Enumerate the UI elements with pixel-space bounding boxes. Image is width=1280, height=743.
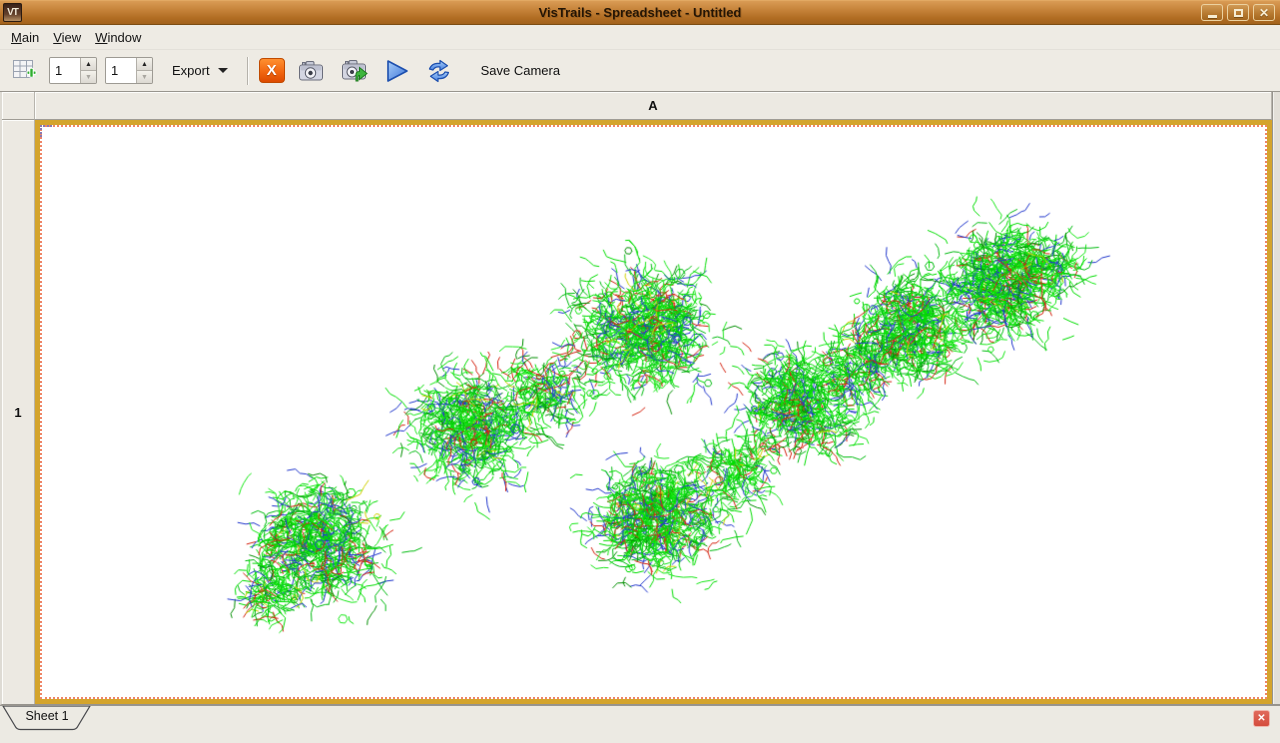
status-bar [0,731,1280,743]
row-count-up-icon[interactable]: ▲ [81,58,96,71]
column-count-spinner: ▲ ▼ [105,57,153,84]
execute-button[interactable] [381,55,413,87]
menu-main-rest: ain [22,30,39,45]
row-count-down-icon[interactable]: ▼ [81,71,96,83]
menu-window[interactable]: Window [88,27,148,48]
sheet-grid-add-button[interactable] [8,54,41,87]
chevron-down-icon [218,68,228,73]
row-count-input[interactable] [50,58,80,83]
tab-sheet-1[interactable]: Sheet 1 [2,706,92,731]
row-count-arrows: ▲ ▼ [80,58,96,83]
tab-sheet-1-label: Sheet 1 [2,709,92,723]
cell-a1[interactable] [35,120,1272,704]
menu-view-accel: V [53,30,61,45]
sheet-right-edge [1272,92,1280,704]
toolbar: ▲ ▼ ▲ ▼ Export X [0,50,1280,92]
title-bar: VT VisTrails - Spreadsheet - Untitled ✕ [0,0,1280,25]
corner-header-cell[interactable] [2,92,35,120]
export-button[interactable]: Export [163,58,237,83]
column-header-a[interactable]: A [35,92,1272,120]
menu-main[interactable]: Main [4,27,46,48]
minimize-icon [1208,15,1217,18]
row-count-spinner: ▲ ▼ [49,57,97,84]
play-icon [384,58,410,84]
close-button[interactable]: ✕ [1253,4,1275,21]
refresh-icon [426,59,452,83]
capture-all-cells-button[interactable] [338,56,371,85]
minimize-button[interactable] [1201,4,1223,21]
molecule-visualization[interactable] [40,125,1267,699]
window-title: VisTrails - Spreadsheet - Untitled [0,5,1280,20]
menu-bar: Main View Window [0,25,1280,50]
sheet-grid-add-icon [11,57,38,84]
spreadsheet-area: A 1 [0,92,1280,705]
vistrails-logo-icon: VT [3,3,22,22]
maximize-icon [1234,9,1243,17]
column-count-arrows: ▲ ▼ [136,58,152,83]
window-controls: ✕ [1201,4,1275,21]
save-camera-button[interactable]: Save Camera [471,58,570,83]
menu-window-rest: indow [107,30,141,45]
menu-main-accel: M [11,30,22,45]
column-count-up-icon[interactable]: ▲ [137,58,152,71]
tab-close-button[interactable]: ✕ [1253,710,1270,727]
app-window: VT VisTrails - Spreadsheet - Untitled ✕ … [0,0,1280,743]
toolbar-separator [247,57,249,85]
maximize-button[interactable] [1227,4,1249,21]
menu-view[interactable]: View [46,27,88,48]
capture-cell-button[interactable] [295,57,328,85]
camera-all-cells-icon [341,59,368,82]
clear-cell-button[interactable]: X [259,58,285,83]
column-count-down-icon[interactable]: ▼ [137,71,152,83]
column-count-input[interactable] [106,58,136,83]
camera-cell-icon [298,60,325,82]
refresh-button[interactable] [423,56,455,86]
export-label: Export [172,63,210,78]
close-icon: ✕ [1259,7,1269,19]
row-header-1[interactable]: 1 [2,120,35,704]
sheet-tab-bar: Sheet 1 ✕ [0,705,1280,731]
menu-window-accel: W [95,30,107,45]
menu-view-rest: iew [62,30,82,45]
